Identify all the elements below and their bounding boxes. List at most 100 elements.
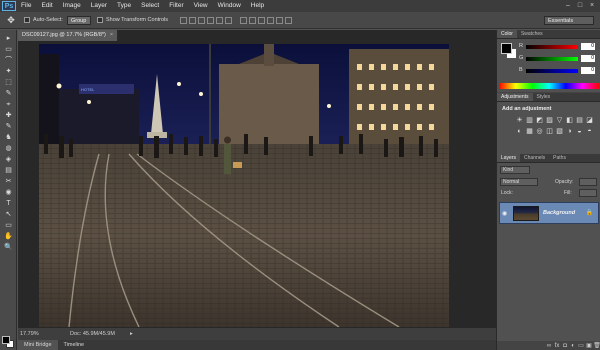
auto-select-dropdown[interactable]: Group: [66, 15, 91, 25]
red-value[interactable]: 0: [581, 43, 595, 50]
clone-stamp-tool-icon[interactable]: ✎: [2, 122, 15, 132]
status-menu-arrow-icon[interactable]: ▸: [130, 328, 133, 340]
close-icon[interactable]: ×: [588, 2, 596, 9]
blue-slider[interactable]: B 0: [519, 67, 599, 75]
dodge-tool-icon[interactable]: ✂: [2, 177, 15, 187]
show-transform-checkbox[interactable]: [96, 17, 103, 23]
layer-filter-kind[interactable]: Kind: [500, 166, 530, 174]
align-bottom-icon[interactable]: [198, 16, 206, 24]
eyedropper-tool-icon[interactable]: ✎: [2, 89, 15, 99]
green-slider[interactable]: G 0: [519, 55, 599, 63]
document-tab[interactable]: DSC09127.jpg @ 17.7% (RGB/8*) ×: [18, 30, 118, 41]
healing-tool-icon[interactable]: ⌖: [2, 100, 15, 110]
align-left-icon[interactable]: [207, 16, 215, 24]
opacity-field[interactable]: [579, 178, 597, 186]
tab-paths[interactable]: Paths: [549, 154, 570, 162]
brightness-icon[interactable]: ☀: [515, 116, 524, 125]
selective-color-icon[interactable]: ◓: [585, 127, 594, 136]
align-center-icon[interactable]: [216, 16, 224, 24]
maximize-icon[interactable]: □: [576, 2, 584, 9]
marquee-tool-icon[interactable]: ▭: [2, 45, 15, 55]
threshold-icon[interactable]: ◑: [565, 127, 574, 136]
hand-tool-icon[interactable]: ✋: [2, 232, 15, 242]
eye-icon[interactable]: ◉: [502, 210, 509, 217]
hue-saturation-icon[interactable]: ◧: [565, 116, 574, 125]
menu-filter[interactable]: Filter: [164, 0, 188, 12]
tab-timeline[interactable]: Timeline: [58, 340, 91, 350]
green-value[interactable]: 0: [581, 55, 595, 62]
color-spectrum-ramp[interactable]: [499, 83, 599, 89]
crop-tool-icon[interactable]: ⬚: [2, 78, 15, 88]
distribute-top-icon[interactable]: [240, 16, 248, 24]
layer-mask-icon[interactable]: ◘: [561, 343, 569, 349]
close-tab-icon[interactable]: ×: [110, 32, 113, 38]
blue-value[interactable]: 0: [581, 67, 595, 74]
move-tool-icon[interactable]: ✥: [4, 15, 18, 26]
menu-file[interactable]: File: [16, 0, 36, 12]
history-brush-tool-icon[interactable]: ♞: [2, 133, 15, 143]
channel-mixer-icon[interactable]: ▦: [525, 127, 534, 136]
distribute-middle-icon[interactable]: [249, 16, 257, 24]
distribute-right-icon[interactable]: [285, 16, 293, 24]
pen-tool-icon[interactable]: ◉: [2, 188, 15, 198]
menu-select[interactable]: Select: [136, 0, 164, 12]
menu-help[interactable]: Help: [246, 0, 269, 12]
menu-image[interactable]: Image: [58, 0, 86, 12]
distribute-center-icon[interactable]: [276, 16, 284, 24]
align-middle-icon[interactable]: [189, 16, 197, 24]
levels-icon[interactable]: ▥: [525, 116, 534, 125]
tab-styles[interactable]: Styles: [533, 93, 555, 101]
align-top-icon[interactable]: [180, 16, 188, 24]
tab-color[interactable]: Color: [497, 30, 517, 38]
color-balance-icon[interactable]: ▤: [575, 116, 584, 125]
shape-tool-icon[interactable]: ▭: [2, 221, 15, 231]
layer-background[interactable]: ◉ Background 🔒: [499, 202, 599, 224]
fill-field[interactable]: [579, 189, 597, 197]
tab-mini-bridge[interactable]: Mini Bridge: [18, 340, 58, 350]
blue-bar[interactable]: [526, 69, 578, 73]
tab-layers[interactable]: Layers: [497, 154, 521, 162]
new-layer-icon[interactable]: ▣: [585, 342, 593, 349]
quick-select-tool-icon[interactable]: ✦: [2, 67, 15, 77]
invert-icon[interactable]: ◫: [545, 127, 554, 136]
link-layers-icon[interactable]: ∞: [545, 343, 553, 349]
auto-select-checkbox[interactable]: [24, 17, 30, 23]
exposure-icon[interactable]: ▨: [545, 116, 554, 125]
minimize-icon[interactable]: –: [564, 2, 572, 9]
distribute-bottom-icon[interactable]: [258, 16, 266, 24]
adjustment-layer-icon[interactable]: ◐: [569, 343, 577, 349]
color-lookup-icon[interactable]: ◎: [535, 127, 544, 136]
distribute-left-icon[interactable]: [267, 16, 275, 24]
menu-edit[interactable]: Edit: [36, 0, 57, 12]
vibrance-icon[interactable]: ▽: [555, 116, 564, 125]
blur-tool-icon[interactable]: ▤: [2, 166, 15, 176]
green-bar[interactable]: [526, 57, 578, 61]
curves-icon[interactable]: ◩: [535, 116, 544, 125]
photo-filter-icon[interactable]: ◐: [515, 127, 524, 136]
move-tool-icon[interactable]: ▸: [2, 34, 15, 44]
red-bar[interactable]: [526, 45, 578, 49]
path-select-tool-icon[interactable]: ↖: [2, 210, 15, 220]
posterize-icon[interactable]: ▧: [555, 127, 564, 136]
red-slider[interactable]: R 0: [519, 43, 599, 51]
foreground-color-chip[interactable]: [501, 43, 512, 54]
lasso-tool-icon[interactable]: ⌒: [2, 56, 15, 66]
menu-layer[interactable]: Layer: [86, 0, 112, 12]
gradient-tool-icon[interactable]: ◈: [2, 155, 15, 165]
type-tool-icon[interactable]: T: [2, 199, 15, 209]
tab-swatches[interactable]: Swatches: [517, 30, 547, 38]
foreground-color-swatch[interactable]: [2, 336, 10, 344]
delete-layer-icon[interactable]: 🗑: [593, 342, 600, 349]
tab-adjustments[interactable]: Adjustments: [497, 93, 533, 101]
menu-window[interactable]: Window: [213, 0, 246, 12]
gradient-map-icon[interactable]: ◒: [575, 127, 584, 136]
tab-channels[interactable]: Channels: [520, 154, 549, 162]
menu-type[interactable]: Type: [112, 0, 136, 12]
zoom-tool-icon[interactable]: 🔍: [2, 243, 15, 253]
brush-tool-icon[interactable]: ✚: [2, 111, 15, 121]
image-canvas[interactable]: HOTEL: [39, 44, 449, 327]
workspace-switcher[interactable]: Essentials: [544, 16, 594, 25]
eraser-tool-icon[interactable]: ◍: [2, 144, 15, 154]
align-right-icon[interactable]: [225, 16, 233, 24]
new-group-icon[interactable]: ▭: [577, 342, 585, 349]
